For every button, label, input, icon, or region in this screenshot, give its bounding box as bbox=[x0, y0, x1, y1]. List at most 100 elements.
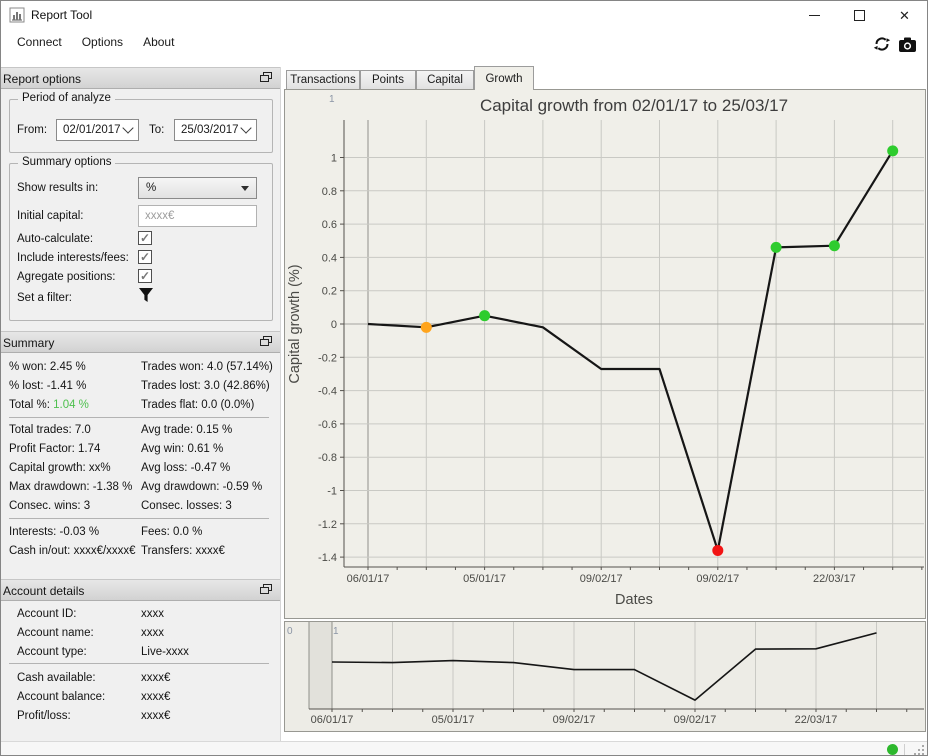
filter-icon[interactable] bbox=[138, 287, 154, 303]
stat-capital-growth: Capital growth: xx% bbox=[9, 462, 111, 474]
minimize-button[interactable] bbox=[792, 1, 837, 29]
summary-row: Capital growth: xx% Avg loss: -0.47 % bbox=[9, 462, 273, 477]
set-filter-label: Set a filter: bbox=[17, 292, 72, 304]
maximize-icon bbox=[854, 9, 865, 21]
profit-loss-value: xxxx€ bbox=[141, 710, 171, 722]
stat-total-pct: Total %: 1.04 % bbox=[9, 399, 89, 411]
summary-row: % lost: -1.41 % Trades lost: 3.0 (42.86%) bbox=[9, 380, 273, 395]
stat-transfers: Transfers: xxxx€ bbox=[141, 545, 225, 557]
status-bar bbox=[1, 741, 927, 755]
stat-pct-won: % won: 2.45 % bbox=[9, 361, 86, 373]
title-bar: Report Tool ✕ bbox=[1, 1, 927, 29]
svg-text:0.2: 0.2 bbox=[322, 286, 337, 298]
svg-text:09/02/17: 09/02/17 bbox=[696, 573, 739, 585]
agregate-positions-checkbox[interactable]: ✓ bbox=[138, 269, 152, 283]
svg-text:09/02/17: 09/02/17 bbox=[674, 714, 717, 726]
tab-points[interactable]: Points bbox=[360, 70, 416, 90]
window-title: Report Tool bbox=[31, 8, 93, 22]
summary-row: Profit Factor: 1.74 Avg win: 0.61 % bbox=[9, 443, 273, 458]
from-date-value: 02/01/2017 bbox=[63, 124, 121, 136]
auto-calculate-checkbox[interactable]: ✓ bbox=[138, 231, 152, 245]
summary-title: Summary bbox=[3, 336, 55, 350]
summary-row: Total trades: 7.0 Avg trade: 0.15 % bbox=[9, 424, 273, 439]
tab-capital[interactable]: Capital bbox=[416, 70, 474, 90]
divider bbox=[9, 417, 269, 418]
summary-options-legend: Summary options bbox=[18, 156, 116, 168]
stat-consec-losses: Consec. losses: 3 bbox=[141, 500, 232, 512]
svg-text:22/03/17: 22/03/17 bbox=[813, 573, 856, 585]
svg-text:-0.6: -0.6 bbox=[318, 419, 337, 431]
float-dock-icon[interactable] bbox=[260, 584, 272, 596]
svg-text:09/02/17: 09/02/17 bbox=[580, 573, 623, 585]
stat-trades-flat: Trades flat: 0.0 (0.0%) bbox=[141, 399, 255, 411]
include-interests-checkbox[interactable]: ✓ bbox=[138, 250, 152, 264]
svg-text:09/02/17: 09/02/17 bbox=[553, 714, 596, 726]
period-legend: Period of analyze bbox=[18, 92, 115, 104]
cash-available-label: Cash available: bbox=[17, 672, 96, 684]
svg-text:0.8: 0.8 bbox=[322, 186, 337, 198]
from-date-dropdown[interactable]: 02/01/2017 bbox=[56, 119, 139, 141]
stat-avg-trade: Avg trade: 0.15 % bbox=[141, 424, 233, 436]
svg-text:Capital growth (%): Capital growth (%) bbox=[287, 264, 303, 383]
svg-text:0: 0 bbox=[287, 626, 293, 637]
menu-connect[interactable]: Connect bbox=[7, 31, 72, 53]
menu-options[interactable]: Options bbox=[72, 31, 133, 53]
account-id-value: xxxx bbox=[141, 608, 164, 620]
stat-total-label: Total %: bbox=[9, 399, 54, 411]
svg-text:0.6: 0.6 bbox=[322, 219, 337, 231]
check-icon: ✓ bbox=[139, 249, 151, 264]
growth-chart-canvas[interactable]: 1 0.8 0.6 0.4 0.2 0 -0.2 -0.4 -0.6 -0.8 -1 -1.2 -1.4… bbox=[285, 90, 925, 618]
svg-text:0.4: 0.4 bbox=[322, 252, 337, 264]
svg-text:1: 1 bbox=[333, 626, 339, 637]
svg-text:05/01/17: 05/01/17 bbox=[432, 714, 475, 726]
account-row: Cash available: xxxx€ bbox=[17, 672, 281, 687]
summary-row: Max drawdown: -1.38 % Avg drawdown: -0.59… bbox=[9, 481, 273, 496]
svg-text:Dates: Dates bbox=[615, 592, 653, 608]
summary-row: Consec. wins: 3 Consec. losses: 3 bbox=[9, 500, 273, 515]
to-label: To: bbox=[149, 124, 165, 136]
divider bbox=[9, 663, 269, 664]
float-dock-icon[interactable] bbox=[260, 336, 272, 348]
cash-available-value: xxxx€ bbox=[141, 672, 171, 684]
tab-transactions[interactable]: Transactions bbox=[286, 70, 360, 90]
overview-chart-canvas[interactable]: 06/01/17 05/01/17 09/02/17 09/02/17 22/03/17… bbox=[285, 622, 925, 731]
initial-capital-input[interactable] bbox=[138, 205, 257, 227]
account-row: Profit/loss: xxxx€ bbox=[17, 710, 281, 725]
show-results-dropdown[interactable]: % bbox=[138, 177, 257, 199]
account-row: Account type: Live-xxxx bbox=[17, 646, 281, 661]
chevron-down-icon bbox=[122, 122, 134, 134]
svg-text:0: 0 bbox=[331, 319, 337, 331]
agregate-positions-label: Agregate positions: bbox=[17, 271, 116, 283]
from-label: From: bbox=[17, 124, 48, 136]
growth-chart-panel: 1 0.8 0.6 0.4 0.2 0 -0.2 -0.4 -0.6 -0.8 -1 -1.2 -1.4… bbox=[284, 89, 926, 619]
svg-text:06/01/17: 06/01/17 bbox=[347, 573, 390, 585]
resize-grip[interactable] bbox=[913, 745, 924, 755]
stat-fees: Fees: 0.0 % bbox=[141, 526, 203, 538]
svg-text:-1: -1 bbox=[327, 486, 337, 498]
svg-text:22/03/17: 22/03/17 bbox=[795, 714, 838, 726]
auto-calculate-label: Auto-calculate: bbox=[17, 233, 94, 245]
tab-growth[interactable]: Growth bbox=[474, 66, 534, 90]
maximize-button[interactable] bbox=[837, 1, 882, 29]
dropdown-arrow-icon bbox=[241, 185, 249, 191]
stat-total-trades: Total trades: 7.0 bbox=[9, 424, 91, 436]
stat-avg-drawdown: Avg drawdown: -0.59 % bbox=[141, 481, 263, 493]
refresh-icon[interactable] bbox=[873, 35, 891, 53]
account-balance-label: Account balance: bbox=[17, 691, 106, 703]
account-name-label: Account name: bbox=[17, 627, 94, 639]
svg-text:05/01/17: 05/01/17 bbox=[463, 573, 506, 585]
svg-text:1: 1 bbox=[329, 94, 335, 105]
menu-about[interactable]: About bbox=[133, 31, 184, 53]
float-dock-icon[interactable] bbox=[260, 72, 272, 84]
to-date-dropdown[interactable]: 25/03/2017 bbox=[174, 119, 257, 141]
stat-trades-won: Trades won: 4.0 (57.14%) bbox=[141, 361, 273, 373]
account-type-label: Account type: bbox=[17, 646, 87, 658]
close-button[interactable]: ✕ bbox=[882, 1, 927, 29]
stat-cash-in-out: Cash in/out: xxxx€/xxxx€ bbox=[9, 545, 136, 557]
minimize-icon bbox=[809, 14, 820, 16]
account-name-value: xxxx bbox=[141, 627, 164, 639]
camera-icon[interactable] bbox=[898, 36, 917, 53]
stat-trades-lost: Trades lost: 3.0 (42.86%) bbox=[141, 380, 270, 392]
divider bbox=[9, 518, 269, 519]
svg-text:1: 1 bbox=[331, 153, 337, 165]
